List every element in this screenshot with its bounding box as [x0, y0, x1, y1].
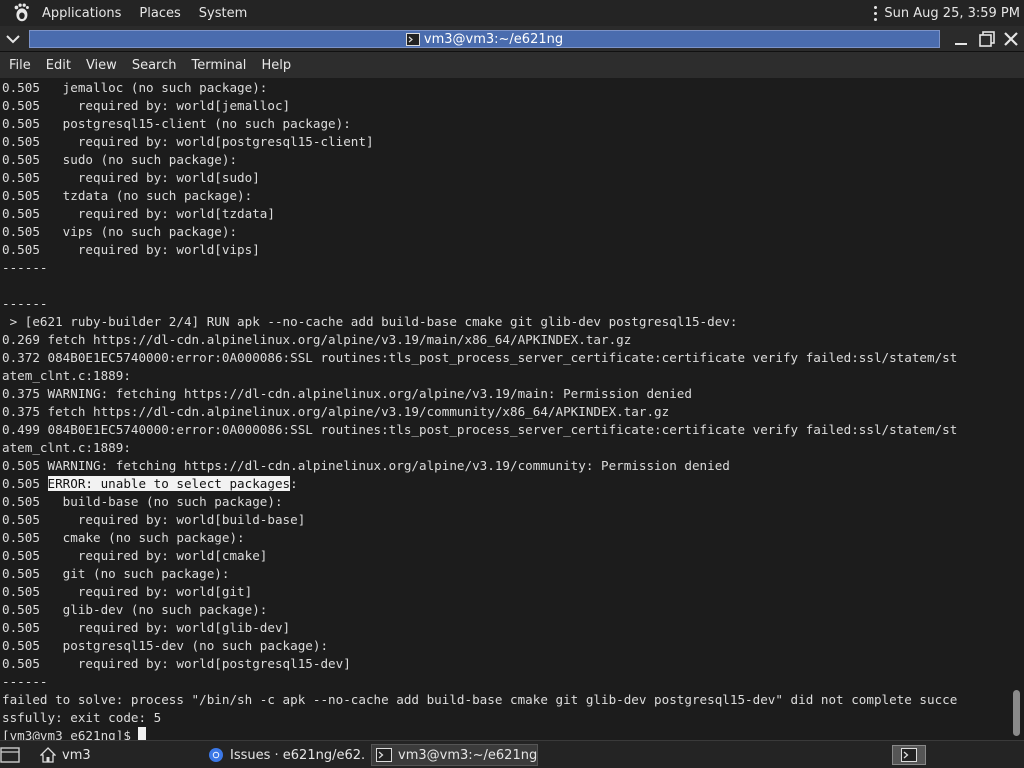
terminal-line: 0.505 git (no such package):: [2, 566, 230, 581]
terminal-line: 0.372 084B0E1EC5740000:error:0A000086:SS…: [2, 350, 958, 365]
top-panel: Applications Places System Sun Aug 25, 3…: [0, 0, 1024, 26]
taskbar-item-label: vm3: [62, 747, 91, 763]
terminal-line: 0.505 required by: world[vips]: [2, 242, 260, 257]
terminal-scrollbar[interactable]: [1009, 78, 1024, 740]
panel-clock[interactable]: Sun Aug 25, 3:59 PM: [884, 6, 1020, 21]
terminal-line: 0.505 cmake (no such package):: [2, 530, 245, 545]
workspace-switcher[interactable]: [892, 745, 926, 765]
terminal-output[interactable]: 0.505 jemalloc (no such package): 0.505 r…: [0, 78, 1009, 740]
terminal-line: 0.505 jemalloc (no such package):: [2, 80, 268, 95]
terminal-line: 0.505 postgresql15-dev (no such package)…: [2, 638, 329, 653]
window-menu-chevron-down-icon[interactable]: [4, 30, 22, 48]
window-title-strip[interactable]: vm3@vm3:~/e621ng: [29, 30, 940, 48]
terminal-line: 0.499 084B0E1EC5740000:error:0A000086:SS…: [2, 422, 958, 437]
terminal-line: 0.505 required by: world[git]: [2, 584, 253, 599]
close-icon[interactable]: [1002, 30, 1020, 48]
terminal-line: 0.505 required by: world[cmake]: [2, 548, 268, 563]
terminal-line: 0.269 fetch https://dl-cdn.alpinelinux.o…: [2, 332, 632, 347]
show-desktop-icon[interactable]: [0, 745, 20, 765]
terminal-line: 0.375 WARNING: fetching https://dl-cdn.a…: [2, 386, 692, 401]
terminal-icon: [405, 32, 420, 46]
taskbar-item-label: vm3@vm3:~/e621ng: [398, 747, 537, 763]
terminal-prompt: [vm3@vm3 e621ng]$: [2, 727, 957, 740]
error-suffix: :: [290, 476, 298, 491]
terminal-line: 0.505 vips (no such package):: [2, 224, 238, 239]
terminal-icon: [376, 748, 392, 762]
window-titlebar[interactable]: vm3@vm3:~/e621ng: [0, 26, 1024, 52]
terminal-line: ------: [2, 296, 48, 311]
error-prefix: 0.505: [2, 476, 48, 491]
places-menu[interactable]: Places: [133, 6, 186, 21]
menu-terminal[interactable]: Terminal: [184, 58, 253, 73]
home-folder-icon: [40, 747, 56, 763]
terminal-line: atem_clnt.c:1889:: [2, 440, 131, 455]
terminal-line: ------: [2, 674, 48, 689]
terminal-line: 0.505 glib-dev (no such package):: [2, 602, 268, 617]
window-title: vm3@vm3:~/e621ng: [423, 31, 564, 47]
shell-prompt: [vm3@vm3 e621ng]$: [2, 728, 139, 740]
minimize-icon[interactable]: [952, 30, 970, 48]
terminal-lines: 0.505 jemalloc (no such package): 0.505 r…: [2, 79, 957, 740]
terminal-line: 0.505 build-base (no such package):: [2, 494, 283, 509]
text-cursor: [138, 727, 147, 740]
menu-search[interactable]: Search: [125, 58, 184, 73]
terminal-line: 0.505 required by: world[jemalloc]: [2, 98, 291, 113]
terminal-line: ------: [2, 260, 48, 275]
menu-file[interactable]: File: [2, 58, 38, 73]
menu-view[interactable]: View: [79, 58, 124, 73]
panel-handle-icon: [872, 4, 878, 22]
chrome-icon: [209, 748, 223, 762]
gnome-foot-icon[interactable]: [10, 2, 32, 24]
terminal-line: failed to solve: process "/bin/sh -c apk…: [2, 692, 958, 707]
terminal-line: atem_clnt.c:1889:: [2, 368, 131, 383]
terminal-line: 0.505 required by: world[tzdata]: [2, 206, 275, 221]
terminal-icon: [901, 748, 917, 762]
maximize-icon[interactable]: [978, 30, 996, 48]
terminal-line-error: 0.505 ERROR: unable to select packages:: [2, 475, 957, 493]
terminal-line: 0.505 WARNING: fetching https://dl-cdn.a…: [2, 458, 730, 473]
taskbar-item-browser[interactable]: Issues · e621ng/e62...: [204, 744, 366, 766]
applications-menu[interactable]: Applications: [36, 6, 127, 21]
terminal-line: 0.505 required by: world[postgresql15-cl…: [2, 134, 374, 149]
bottom-taskbar: vm3 Issues · e621ng/e62... vm3@vm3:~/e62…: [0, 740, 1024, 768]
taskbar-item-terminal[interactable]: vm3@vm3:~/e621ng: [371, 744, 538, 766]
taskbar-item-label: Issues · e621ng/e62...: [230, 747, 366, 763]
terminal-line: ssfully: exit code: 5: [2, 710, 162, 725]
system-menu[interactable]: System: [193, 6, 253, 21]
menu-edit[interactable]: Edit: [39, 58, 78, 73]
terminal-line: 0.505 required by: world[glib-dev]: [2, 620, 291, 635]
terminal-line: 0.505 required by: world[postgresql15-de…: [2, 656, 351, 671]
terminal-line: 0.505 tzdata (no such package):: [2, 188, 253, 203]
menu-help[interactable]: Help: [254, 58, 298, 73]
terminal-line: 0.505 sudo (no such package):: [2, 152, 238, 167]
selected-error-text[interactable]: ERROR: unable to select packages: [47, 476, 291, 491]
taskbar-item-vm3-folder[interactable]: vm3: [36, 744, 196, 766]
scrollbar-thumb[interactable]: [1013, 690, 1020, 736]
terminal-line: 0.505 required by: world[sudo]: [2, 170, 260, 185]
terminal-line: > [e621 ruby-builder 2/4] RUN apk --no-c…: [2, 314, 738, 329]
terminal-line: 0.375 fetch https://dl-cdn.alpinelinux.o…: [2, 404, 670, 419]
terminal-line: 0.505 postgresql15-client (no such packa…: [2, 116, 351, 131]
terminal-menubar: File Edit View Search Terminal Help: [0, 52, 1024, 78]
terminal-line: 0.505 required by: world[build-base]: [2, 512, 306, 527]
